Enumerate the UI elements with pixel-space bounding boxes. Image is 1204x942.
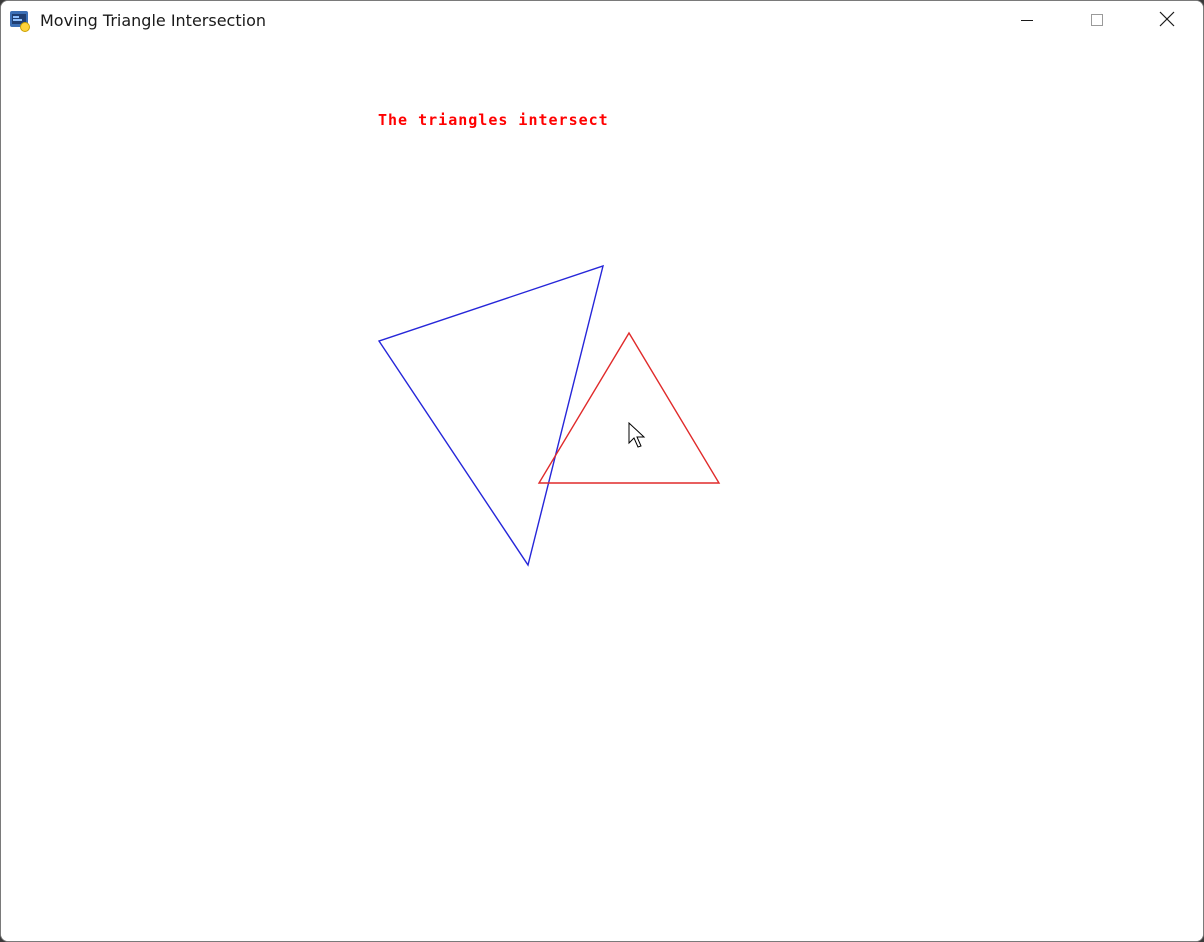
app-window: Moving Triangle Intersection The triangl…: [0, 0, 1204, 942]
title-bar[interactable]: Moving Triangle Intersection: [1, 1, 1203, 41]
drawing-canvas[interactable]: The triangles intersect: [1, 41, 1203, 941]
maximize-button[interactable]: [1062, 1, 1132, 41]
maximize-icon: [1090, 12, 1104, 31]
red-triangle: [537, 331, 721, 484]
window-title: Moving Triangle Intersection: [40, 11, 266, 30]
minimize-icon: [1020, 12, 1034, 31]
minimize-button[interactable]: [992, 1, 1062, 41]
close-button[interactable]: [1132, 1, 1202, 41]
blue-triangle: [377, 264, 604, 567]
close-icon: [1159, 11, 1175, 31]
triangle-scene: [377, 264, 721, 567]
python-app-icon: [9, 10, 31, 32]
arrow-cursor-icon: [628, 421, 648, 450]
